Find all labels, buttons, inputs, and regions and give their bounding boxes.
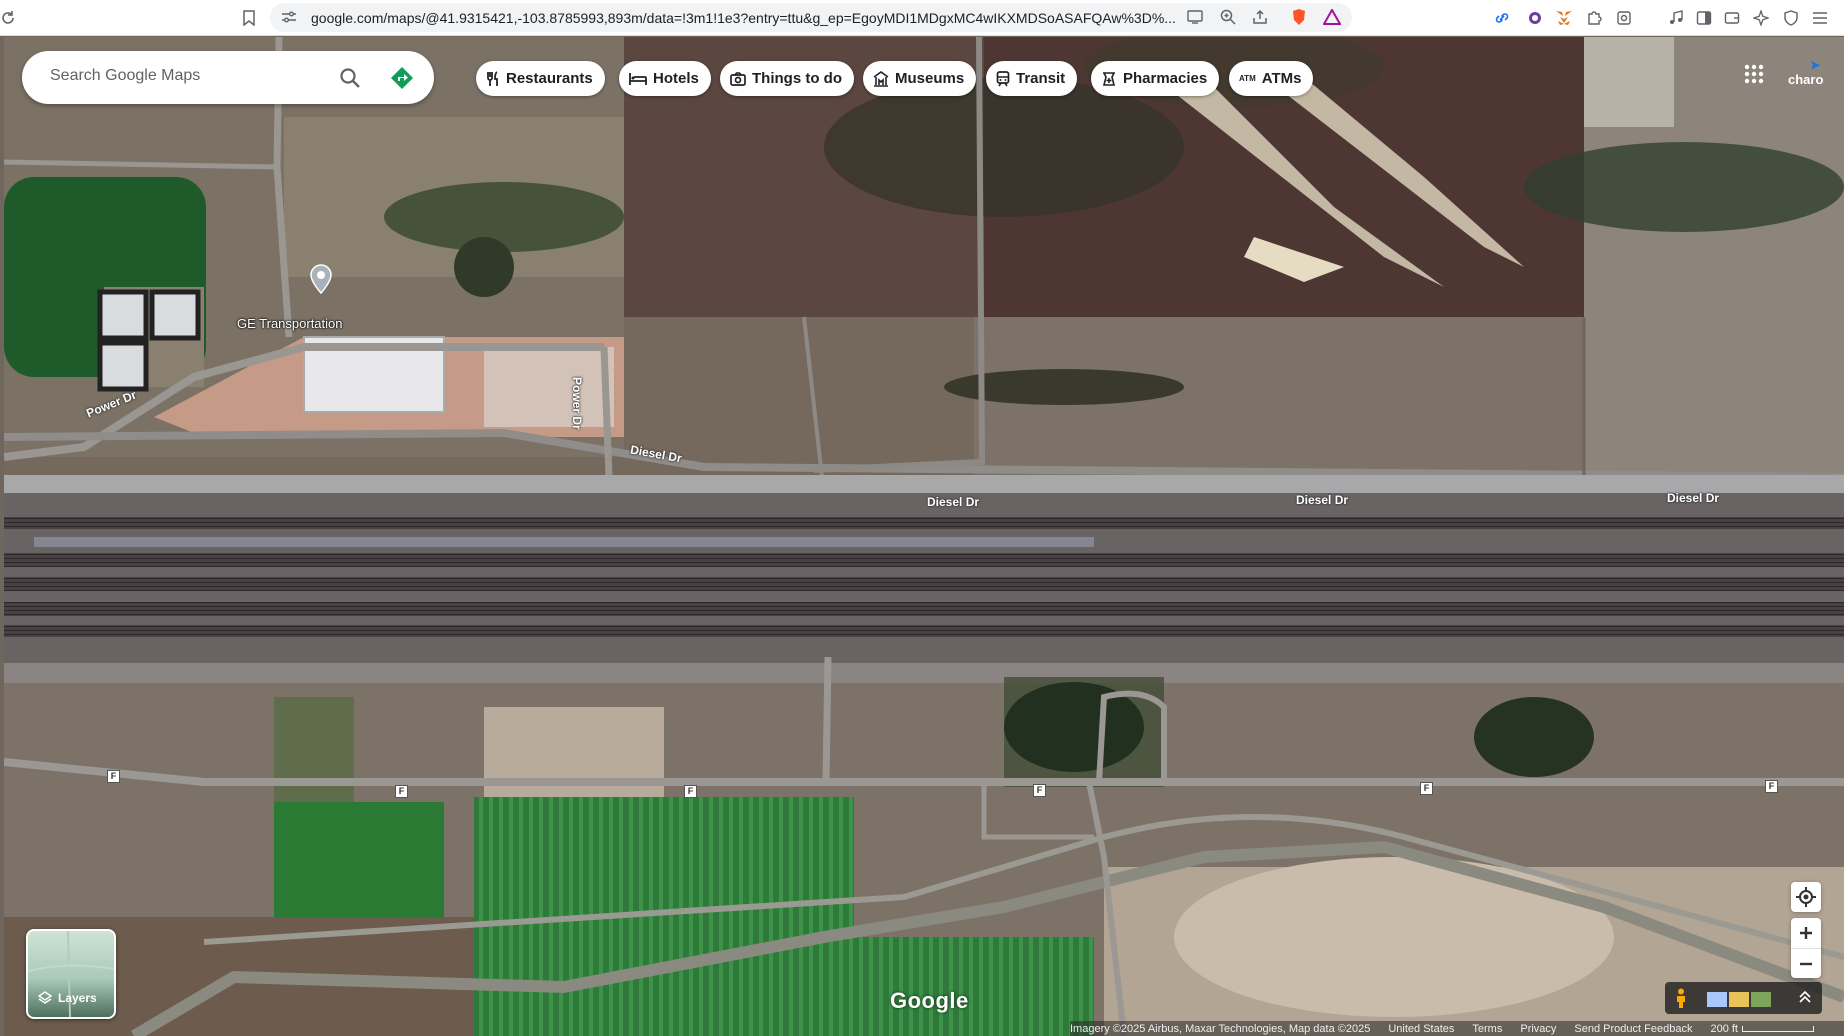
route-marker: F xyxy=(1033,784,1046,797)
media-music-icon[interactable] xyxy=(1664,6,1688,30)
apps-grid-icon[interactable] xyxy=(1740,60,1768,88)
attribution-bar: Imagery ©2025 Airbus, Maxar Technologies… xyxy=(1070,1021,1844,1036)
plus-icon xyxy=(1800,927,1812,939)
search-icon[interactable] xyxy=(336,64,364,92)
metamask-icon[interactable] xyxy=(1552,6,1576,30)
link-extension-icon[interactable] xyxy=(1490,6,1514,30)
layers-button[interactable]: Layers xyxy=(26,929,116,1019)
map-view-thumbnail[interactable] xyxy=(1707,992,1727,1007)
place-pin-icon[interactable] xyxy=(309,264,333,294)
satellite-imagery xyxy=(4,37,1844,1036)
route-marker: F xyxy=(684,785,697,798)
satellite-view-thumbnail[interactable] xyxy=(1751,992,1771,1007)
chip-hotels[interactable]: Hotels xyxy=(619,61,711,96)
vpn-shield-icon[interactable] xyxy=(1779,6,1803,30)
search-box xyxy=(22,51,434,104)
feedback-link[interactable]: Send Product Feedback xyxy=(1574,1023,1692,1035)
menu-icon[interactable] xyxy=(1808,6,1832,30)
extensions-puzzle-icon[interactable] xyxy=(1582,6,1606,30)
camera-icon xyxy=(730,71,746,86)
my-location-button[interactable] xyxy=(1791,882,1821,912)
region-link[interactable]: United States xyxy=(1388,1023,1454,1035)
imagery-attribution: Imagery ©2025 Airbus, Maxar Technologies… xyxy=(1070,1022,1371,1035)
museum-icon xyxy=(873,70,889,87)
pegman-icon[interactable] xyxy=(1674,988,1688,1013)
chip-label: Restaurants xyxy=(506,70,593,87)
terms-link[interactable]: Terms xyxy=(1472,1023,1502,1035)
search-input[interactable] xyxy=(48,66,312,86)
account-label: charo xyxy=(1788,72,1824,87)
zoom-out-button[interactable] xyxy=(1791,948,1821,979)
directions-icon[interactable] xyxy=(388,64,416,92)
bed-icon xyxy=(629,72,647,86)
chip-label: Things to do xyxy=(752,70,842,87)
road-label-diesel-dr: Diesel Dr xyxy=(1667,491,1720,505)
chip-label: Hotels xyxy=(653,70,699,87)
brave-shields-icon[interactable] xyxy=(1288,6,1310,28)
url-text[interactable]: google.com/maps/@41.9315421,-103.8785993… xyxy=(311,10,1271,26)
share-icon[interactable] xyxy=(1249,6,1271,28)
chip-label: Transit xyxy=(1016,70,1066,87)
pharmacy-icon xyxy=(1101,71,1117,87)
sidebar-icon[interactable] xyxy=(1692,6,1716,30)
cast-icon[interactable] xyxy=(1184,6,1206,28)
zoom-in-button[interactable] xyxy=(1791,918,1821,948)
extension-circle-icon[interactable] xyxy=(1523,6,1547,30)
route-marker: F xyxy=(107,770,120,783)
chip-transit[interactable]: Transit xyxy=(986,61,1078,96)
layers-icon xyxy=(37,990,53,1011)
road-label-power-dr: Power Dr xyxy=(570,377,584,430)
account-avatar[interactable]: ➤ charo xyxy=(1788,56,1828,92)
chip-pharmacies[interactable]: Pharmacies xyxy=(1091,61,1220,96)
scale-bar xyxy=(1741,1025,1814,1032)
route-marker: F xyxy=(1420,782,1433,795)
chip-atms[interactable]: ATM ATMs xyxy=(1229,61,1314,96)
road-label-diesel-dr: Diesel Dr xyxy=(927,495,980,509)
my-location-icon xyxy=(1796,887,1816,907)
chip-label: Museums xyxy=(895,70,965,87)
browser-toolbar: google.com/maps/@41.9315421,-103.8785993… xyxy=(0,0,1844,36)
reload-icon[interactable] xyxy=(0,6,20,30)
map-type-widget xyxy=(1665,982,1822,1014)
zoom-controls xyxy=(1791,918,1821,978)
route-marker: F xyxy=(395,785,408,798)
privacy-link[interactable]: Privacy xyxy=(1520,1023,1556,1035)
chip-label: ATMs xyxy=(1261,70,1302,87)
chip-restaurants[interactable]: Restaurants xyxy=(476,61,605,96)
screenshot-extension-icon[interactable] xyxy=(1612,6,1636,30)
google-logo: Google xyxy=(890,988,969,1013)
satellite-map[interactable]: GE Transportation Power Dr Power Dr Dies… xyxy=(4,37,1844,1036)
route-marker: F xyxy=(1765,780,1778,793)
train-icon xyxy=(996,70,1010,87)
chip-things-to-do[interactable]: Things to do xyxy=(720,61,854,96)
scale-label[interactable]: 200 ft xyxy=(1710,1023,1738,1035)
place-label[interactable]: GE Transportation xyxy=(237,316,343,331)
fork-knife-icon xyxy=(486,70,500,87)
wallet-icon[interactable] xyxy=(1720,6,1744,30)
site-settings-icon[interactable] xyxy=(278,6,300,28)
chip-museums[interactable]: Museums xyxy=(863,61,977,96)
chip-label: Pharmacies xyxy=(1123,70,1208,87)
bookmark-icon[interactable] xyxy=(237,6,261,30)
address-bar[interactable]: google.com/maps/@41.9315421,-103.8785993… xyxy=(270,3,1352,32)
account-logo-icon: ➤ xyxy=(1810,58,1821,72)
road-label-diesel-dr: Diesel Dr xyxy=(1296,493,1349,507)
minus-icon xyxy=(1800,962,1812,966)
terrain-view-thumbnail[interactable] xyxy=(1729,992,1749,1007)
zoom-icon[interactable] xyxy=(1217,6,1239,28)
brave-rewards-icon[interactable] xyxy=(1321,6,1343,28)
atm-icon: ATM xyxy=(1239,74,1256,83)
layers-label: Layers xyxy=(58,991,97,1005)
chevron-up-icon[interactable] xyxy=(1798,990,1812,1009)
leo-ai-icon[interactable] xyxy=(1749,6,1773,30)
